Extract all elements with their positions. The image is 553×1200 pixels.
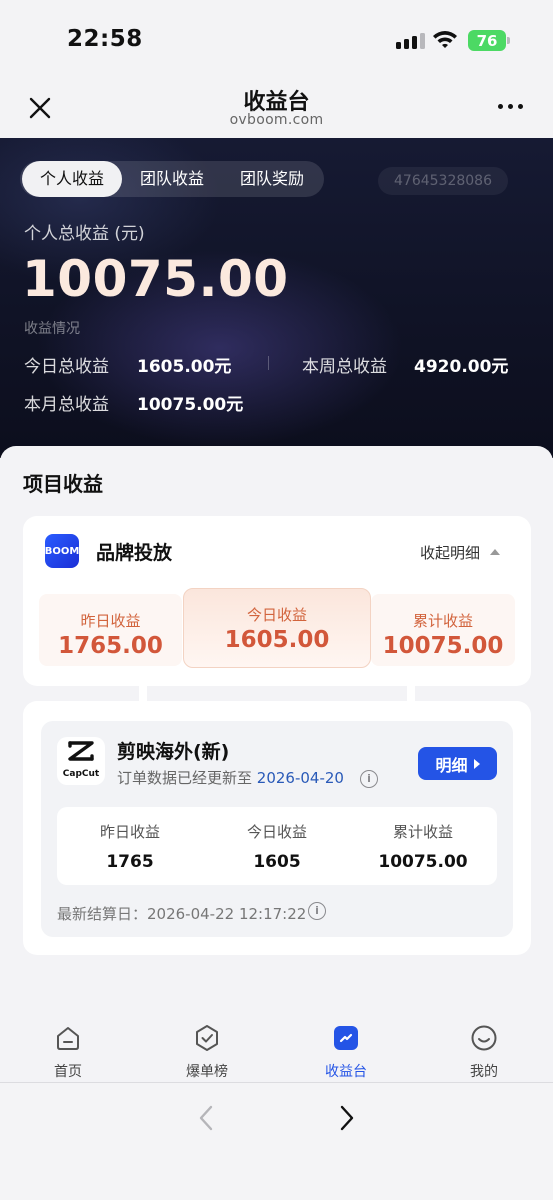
project-name: 剪映海外(新) [117,741,230,763]
brand-today-label: 今日收益 [246,606,307,624]
tab-mine[interactable]: 我的 [434,1016,534,1081]
wifi-icon [433,31,457,48]
update-date: 2026-04-20 [256,769,344,787]
status-bar: 22:58 76 [0,0,553,80]
info-icon[interactable]: i [360,770,378,788]
update-prefix: 订单数据已经更新至 [117,769,253,787]
project-yesterday: 昨日收益 1765 [57,807,203,872]
info-icon[interactable]: i [308,902,326,920]
month-total-label: 本月总收益 [24,395,109,415]
today-total-label: 今日总收益 [24,357,109,377]
capcut-mark [68,741,94,761]
battery-level: 76 [476,31,498,50]
details-button[interactable]: 明细 [418,747,497,780]
tab-home[interactable]: 首页 [18,1016,118,1081]
brand-today-tile: 今日收益 1605.00 [183,588,371,668]
month-total-value: 10075.00元 [137,395,244,415]
chevron-left-icon[interactable] [193,1103,219,1133]
project-yesterday-value: 1765 [106,852,154,872]
tab-earnings-label: 收益台 [325,1064,367,1080]
project-cumulative-value: 10075.00 [378,852,468,872]
project-cumulative-label: 累计收益 [392,823,453,841]
details-button-label: 明细 [435,755,468,775]
project-earnings-sheet: 项目收益 BOOM 品牌投放 收起明细 昨日收益 1765.00 今日收益 16… [0,446,553,1016]
brand-cumulative-value: 10075.00 [382,633,504,659]
status-time: 22:58 [67,26,143,52]
project-yesterday-label: 昨日收益 [99,823,160,841]
tab-home-label: 首页 [54,1064,82,1080]
project-update-info: 订单数据已经更新至 2026-04-20 [117,767,344,788]
tab-team-earnings[interactable]: 团队收益 [122,161,222,197]
project-today: 今日收益 1605 [204,807,350,872]
collapse-details-button[interactable]: 收起明细 [420,542,480,563]
earnings-tabs: 个人收益 团队收益 团队奖励 [20,161,324,197]
project-today-value: 1605 [253,852,301,872]
total-earnings-label: 个人总收益 (元) [24,224,145,244]
brand-cumulative-label: 累计收益 [412,612,473,630]
project-today-label: 今日收益 [246,823,307,841]
page-domain: ovboom.com [229,112,324,128]
tab-hot-list-label: 爆单榜 [186,1064,228,1080]
home-icon [57,1027,79,1050]
project-stats: 昨日收益 1765 今日收益 1605 累计收益 10075.00 [57,807,497,885]
brand-card: BOOM 品牌投放 收起明细 昨日收益 1765.00 今日收益 1605.00… [23,516,531,686]
tab-personal-earnings[interactable]: 个人收益 [22,161,122,197]
user-id: 47645328086 [378,167,508,195]
capcut-logo-text: CapCut [62,769,100,779]
section-title: 项目收益 [23,472,103,496]
tab-team-rewards[interactable]: 团队奖励 [222,161,322,197]
project-card-inner: CapCut 剪映海外(新) 订单数据已经更新至 2026-04-20 i 明细… [41,721,513,937]
stat-divider [268,356,269,370]
brand-name: 品牌投放 [96,542,173,564]
brand-cumulative-tile: 累计收益 10075.00 [371,594,515,666]
brand-yesterday-value: 1765.00 [58,633,163,659]
brand-yesterday-tile: 昨日收益 1765.00 [39,594,182,666]
brand-yesterday-label: 昨日收益 [80,612,141,630]
project-cumulative: 累计收益 10075.00 [350,807,496,872]
more-icon[interactable] [498,104,523,109]
battery-indicator: 76 [468,30,510,51]
week-total-label: 本周总收益 [302,357,387,377]
today-total-value: 1605.00元 [137,357,232,377]
week-total-value: 4920.00元 [414,357,509,377]
bottom-tab-bar: 首页 爆单榜 收益台 我的 [0,1016,553,1082]
capcut-logo-icon: CapCut [57,737,105,785]
tab-earnings[interactable]: 收益台 [296,1016,396,1081]
settlement-date: 最新结算日：2026-04-22 12:17:22 [57,905,307,923]
project-card: CapCut 剪映海外(新) 订单数据已经更新至 2026-04-20 i 明细… [23,701,531,955]
chevron-right-icon[interactable] [334,1103,360,1133]
total-earnings-value: 10075.00 [22,250,289,308]
smile-icon [471,1025,497,1051]
nav-bar: 收益台 ovboom.com [0,80,553,138]
browser-toolbar [0,1082,553,1200]
caret-up-icon[interactable] [490,549,500,555]
brand-today-value: 1605.00 [224,627,330,653]
check-badge-icon [196,1025,218,1051]
tab-hot-list[interactable]: 爆单榜 [157,1016,257,1081]
chart-icon [334,1026,358,1050]
play-caret-icon [473,758,480,769]
earnings-summary-label: 收益情况 [24,321,80,337]
boom-logo-icon: BOOM [45,534,79,568]
tab-mine-label: 我的 [470,1064,498,1080]
cellular-signal-icon [396,33,425,49]
earnings-hero: 个人收益 团队收益 团队奖励 47645328086 个人总收益 (元) 100… [0,138,553,458]
